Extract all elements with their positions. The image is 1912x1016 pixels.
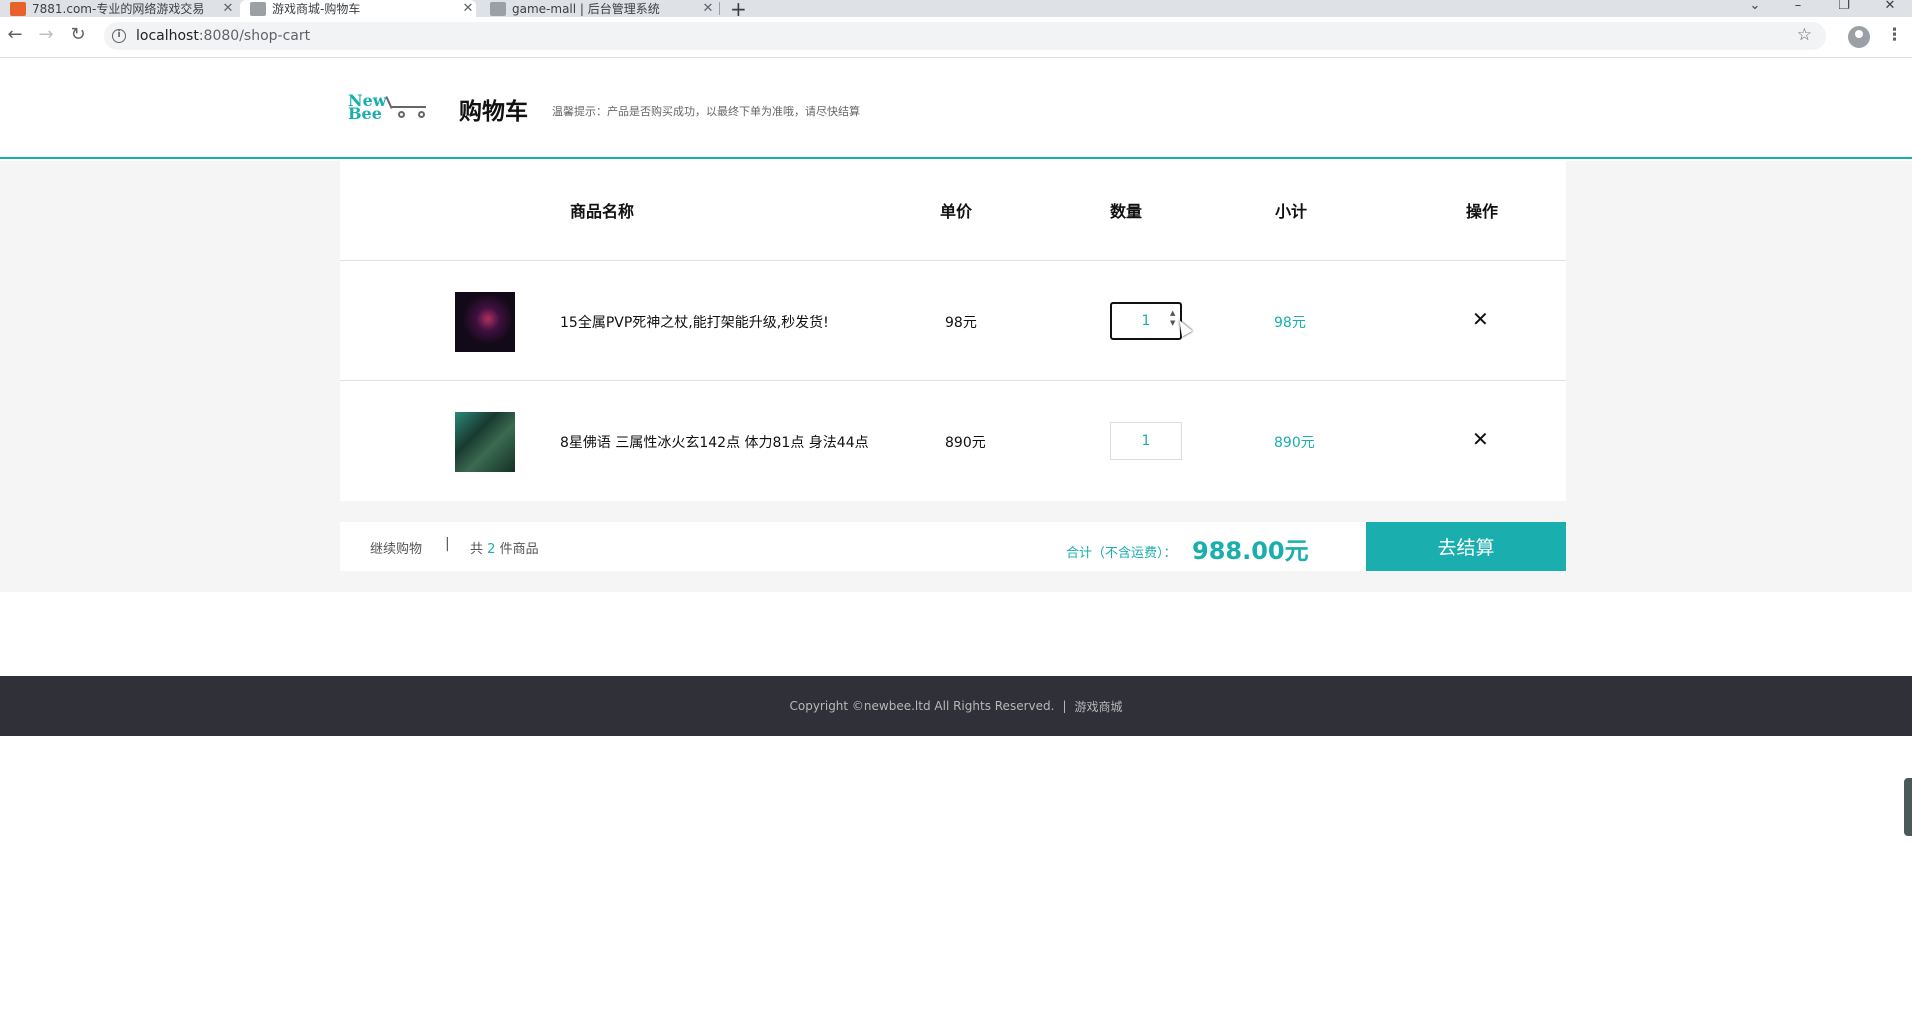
logo-cart-body [392,106,426,108]
purchase-tip: 温馨提示：产品是否购买成功，以最终下单为准哦，请尽快结算 [552,105,860,118]
total-value: 988.00元 [1192,537,1309,565]
quantity-stepper[interactable] [1110,422,1182,460]
copyright-text: Copyright ©newbee.ltd All Rights Reserve… [789,699,1055,713]
tab-title: game-mall | 后台管理系统 [512,2,660,16]
product-name[interactable]: 15全属PVP死神之杖,能打架能升级,秒发货! [560,312,829,332]
cart-item-row: 8星佛语 三属性冰火玄142点 体力81点 身法44点 890元 890元 ✕ [340,381,1566,501]
bookmark-star-icon[interactable]: ☆ [1797,25,1812,45]
item-subtotal: 890元 [1274,435,1315,451]
summary-divider: | [445,536,450,552]
reload-icon[interactable]: ↻ [66,24,90,45]
product-thumbnail[interactable] [455,292,515,352]
back-arrow-icon[interactable]: ← [3,24,27,45]
delete-item-icon[interactable]: ✕ [1472,427,1489,451]
logo-text-bottom: Bee [348,104,382,123]
page-header: New Bee 购物车 温馨提示：产品是否购买成功，以最终下单为准哦，请尽快结算 [0,58,1912,159]
continue-shopping-link[interactable]: 继续购物 [370,538,422,557]
site-favicon-icon [490,1,506,16]
site-favicon-icon [250,1,266,16]
tab-divider [719,2,720,15]
column-header-name: 商品名称 [570,202,635,221]
window-close-icon[interactable]: ✕ [1875,0,1905,13]
cart-table: 商品名称 单价 数量 小计 操作 15全属PVP死神之杖,能打架能升级,秒发货!… [340,161,1566,501]
site-favicon-icon [10,1,26,16]
browser-toolbar: ← → ↻ i localhost:8080/shop-cart ☆ ⋮ [0,17,1912,58]
cart-summary-bar: 继续购物 | 共 2 件商品 合计（不含运费）： 988.00元 去结算 [340,522,1566,571]
footer-divider: | [1062,699,1067,713]
profile-avatar-icon[interactable] [1848,26,1870,48]
close-tab-icon[interactable]: ✕ [460,1,476,16]
url-host: localhost [136,28,199,44]
column-header-subtotal: 小计 [1275,202,1308,221]
tab-title: 7881.com-专业的网络游戏交易 [32,2,205,16]
tab-search-icon[interactable]: ⌄ [1740,0,1770,13]
logo-cart-wheel [398,111,405,118]
browser-tab[interactable]: 7881.com-专业的网络游戏交易 ✕ [0,0,236,17]
forward-arrow-icon[interactable]: → [34,24,58,45]
unit-price: 98元 [945,315,977,331]
delete-item-icon[interactable]: ✕ [1472,307,1489,331]
url-path: :8080/shop-cart [198,28,311,44]
newbee-logo[interactable]: New Bee [348,93,430,126]
minimize-icon[interactable]: – [1783,0,1813,13]
browser-tab-strip: 7881.com-专业的网络游戏交易 ✕ 游戏商城-购物车 ✕ game-mal… [0,0,1912,21]
total-label: 合计（不含运费）： [1066,546,1177,561]
cart-item-row: 15全属PVP死神之杖,能打架能升级,秒发货! 98元 98元 ✕ [340,261,1566,381]
column-header-quantity: 数量 [1110,202,1143,221]
close-tab-icon[interactable]: ✕ [220,1,236,16]
page-title: 购物车 [459,99,528,125]
tab-title: 游戏商城-购物车 [272,2,361,16]
item-subtotal: 98元 [1274,315,1306,331]
browser-menu-icon[interactable]: ⋮ [1886,25,1903,45]
item-count-prefix: 共 [470,542,484,557]
item-count-suffix: 件商品 [499,542,539,557]
page-footer: Copyright ©newbee.ltd All Rights Reserve… [0,676,1912,736]
restore-icon[interactable]: ❐ [1829,0,1859,13]
item-count-value: 2 [487,542,496,557]
item-count: 共 2 件商品 [470,538,539,557]
checkout-button[interactable]: 去结算 [1366,522,1566,571]
side-floating-widget[interactable] [1904,778,1912,836]
site-info-icon[interactable]: i [112,29,126,43]
column-header-action: 操作 [1466,202,1499,221]
logo-text: New Bee [348,93,387,123]
logo-cart-wheel [418,111,425,118]
browser-tab-active[interactable]: 游戏商城-购物车 ✕ [240,0,476,17]
browser-tab[interactable]: game-mall | 后台管理系统 ✕ [480,0,716,17]
product-thumbnail[interactable] [455,412,515,472]
column-header-price: 单价 [940,202,973,221]
cart-table-header: 商品名称 单价 数量 小计 操作 [340,161,1566,261]
url-text: localhost:8080/shop-cart [136,28,310,44]
product-name[interactable]: 8星佛语 三属性冰火玄142点 体力81点 身法44点 [560,432,869,452]
close-tab-icon[interactable]: ✕ [700,1,716,16]
unit-price: 890元 [945,435,986,451]
footer-mall-link[interactable]: 游戏商城 [1074,698,1122,715]
address-bar[interactable]: i localhost:8080/shop-cart ☆ [104,22,1826,50]
